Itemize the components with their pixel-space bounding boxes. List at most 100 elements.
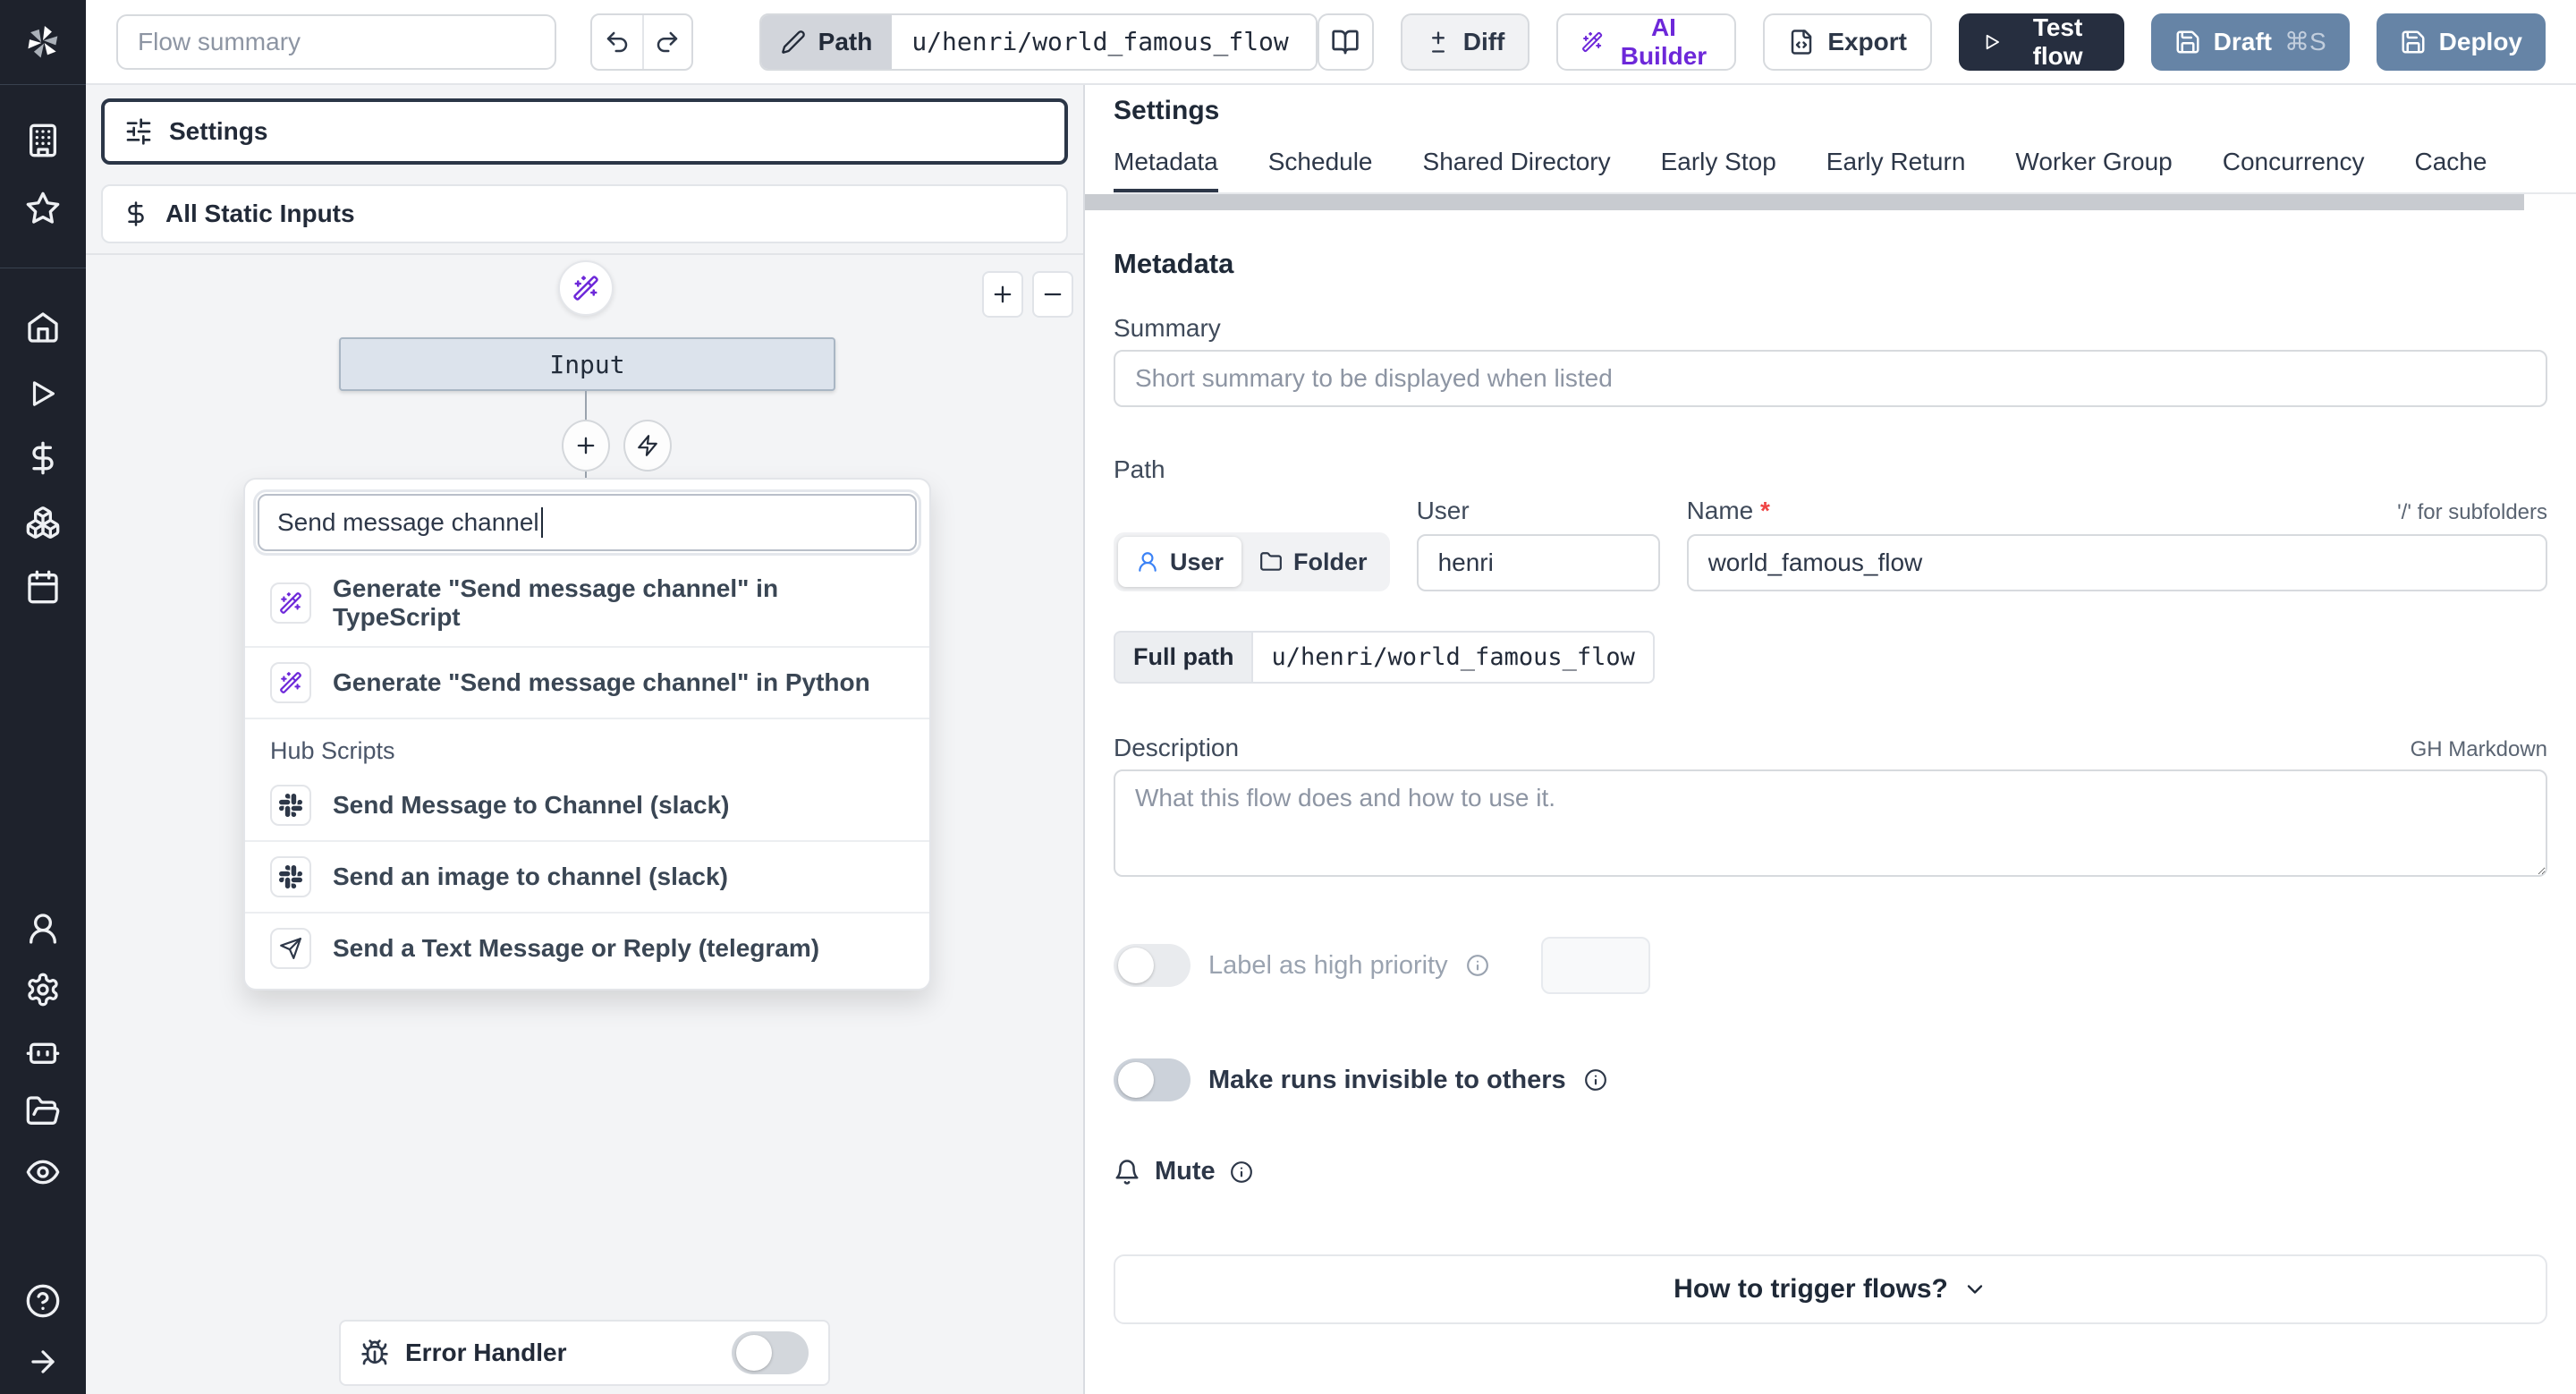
hub-telegram-message-item[interactable]: Send a Text Message or Reply (telegram) [245,912,929,983]
sidebar-item-schedules[interactable] [23,567,63,607]
docs-button[interactable] [1317,13,1374,71]
draft-button[interactable]: Draft ⌘S [2150,13,2350,71]
owner-folder-option[interactable]: Folder [1241,537,1385,587]
tabs-scrollbar-thumb[interactable] [1085,194,2524,210]
path-section-label: Path [1114,455,1165,483]
markdown-hint: GH Markdown [2410,737,2547,761]
static-inputs-module[interactable]: All Static Inputs [101,184,1068,243]
undo-button[interactable] [592,15,641,69]
star-icon [26,191,60,224]
error-handler-toggle[interactable] [732,1331,809,1374]
name-input[interactable] [1686,534,2547,591]
add-trigger-button[interactable] [623,420,672,472]
undo-redo-group [590,13,693,71]
content-split: Settings All Static Inputs Input Send me… [86,85,2576,1394]
error-handler-label: Error Handler [405,1339,567,1366]
summary-input[interactable] [1114,350,2547,407]
sidebar-item-home[interactable] [23,308,63,347]
step-picker-dropdown: Send message channel Generate "Send mess… [243,478,931,990]
tab-cache[interactable]: Cache [2414,148,2487,192]
input-node[interactable]: Input [339,337,835,391]
sidebar-item-users[interactable] [23,909,63,948]
flow-settings-module[interactable]: Settings [101,98,1068,165]
tab-schedule[interactable]: Schedule [1268,148,1373,192]
text-caret [540,507,543,538]
input-node-label: Input [549,349,625,379]
tab-early-return[interactable]: Early Return [1826,148,1966,192]
sidebar-item-workspace[interactable] [23,121,63,160]
folder-open-icon [26,1096,60,1126]
tab-concurrency[interactable]: Concurrency [2223,148,2365,192]
description-textarea[interactable] [1114,769,2547,877]
result-label: Send Message to Channel (slack) [333,791,730,819]
sidebar-item-folders[interactable] [23,1092,63,1131]
user-input[interactable] [1416,534,1660,591]
sidebar-item-help[interactable] [23,1281,63,1321]
test-flow-button[interactable]: Test flow [1959,13,2124,71]
edit-path-button[interactable]: Path [760,14,893,69]
bug-icon [361,1339,388,1365]
hub-slack-message-item[interactable]: Send Message to Channel (slack) [245,770,929,840]
subfolder-hint: '/' for subfolders [2397,500,2547,524]
mute-row[interactable]: Mute [1114,1157,2547,1186]
bell-icon [1115,1159,1139,1185]
gear-icon [28,973,58,1007]
redo-button[interactable] [641,14,691,69]
sidebar-item-favorites[interactable] [23,189,63,228]
draft-label: Draft [2213,27,2272,55]
step-search-input[interactable]: Send message channel [253,489,921,556]
sidebar-collapse-button[interactable] [23,1342,63,1381]
redo-icon [657,31,678,52]
generate-python-item[interactable]: Generate "Send message channel" in Pytho… [245,646,929,718]
owner-folder-label: Folder [1293,548,1368,575]
tab-early-stop[interactable]: Early Stop [1661,148,1776,192]
flow-path-value[interactable]: u/henri/world_famous_flow [892,14,1316,69]
ai-builder-button[interactable]: AI Builder [1556,13,1737,71]
zoom-in-button[interactable] [982,271,1023,318]
windmill-logo[interactable] [0,0,86,85]
flow-edge [585,472,587,478]
hub-slack-image-item[interactable]: Send an image to channel (slack) [245,840,929,912]
wand-sparkles-icon [280,672,301,693]
send-icon [280,938,301,959]
sidebar-item-runs[interactable] [23,374,63,413]
priority-value-input [1540,937,1650,994]
sidebar-item-variables[interactable] [23,438,63,478]
file-code-icon [1792,29,1812,55]
deploy-label: Deploy [2438,27,2523,55]
diff-button[interactable]: Diff [1400,13,1530,71]
tab-metadata[interactable]: Metadata [1114,148,1218,192]
export-button[interactable]: Export [1763,13,1932,71]
owner-kind-toggle: User Folder [1114,532,1390,591]
zoom-out-button[interactable] [1032,271,1073,318]
user-icon [1139,552,1157,572]
flow-summary-input[interactable] [116,13,557,70]
error-handler-module[interactable]: Error Handler [339,1320,830,1386]
path-name-column: Name * '/' for subfolders [1686,497,2547,591]
result-label: Generate "Send message channel" in TypeS… [333,574,779,631]
add-step-button[interactable] [562,420,610,472]
high-priority-toggle[interactable] [1114,944,1191,987]
toggle-knob [1118,1062,1154,1098]
invisible-runs-toggle[interactable] [1114,1058,1191,1101]
user-icon [30,914,56,944]
wand-sparkles-icon [573,276,598,301]
generate-typescript-item[interactable]: Generate "Send message channel" in TypeS… [245,560,929,646]
how-to-trigger-button[interactable]: How to trigger flows? [1114,1254,2547,1324]
deploy-button[interactable]: Deploy [2376,13,2546,71]
pencil-icon [781,30,805,54]
robot-icon [26,1042,60,1064]
sidebar-item-settings[interactable] [23,970,63,1009]
tab-worker-group[interactable]: Worker Group [2015,148,2172,192]
owner-user-option[interactable]: User [1118,537,1242,587]
settings-title: Settings [1114,96,1220,125]
sidebar-item-resources[interactable] [23,503,63,542]
sidebar-item-workers[interactable] [23,1031,63,1070]
path-editor-row: User Folder User henri Name * '/' for su… [1114,497,2547,591]
undo-icon [606,31,628,52]
dollar-icon [128,201,144,226]
sidebar-item-audit-logs[interactable] [23,1152,63,1192]
tab-shared-directory[interactable]: Shared Directory [1423,148,1611,192]
flow-canvas[interactable]: Input Send message channel Generate "Sen… [86,253,1083,1394]
ai-flow-assistant-button[interactable] [558,260,614,316]
